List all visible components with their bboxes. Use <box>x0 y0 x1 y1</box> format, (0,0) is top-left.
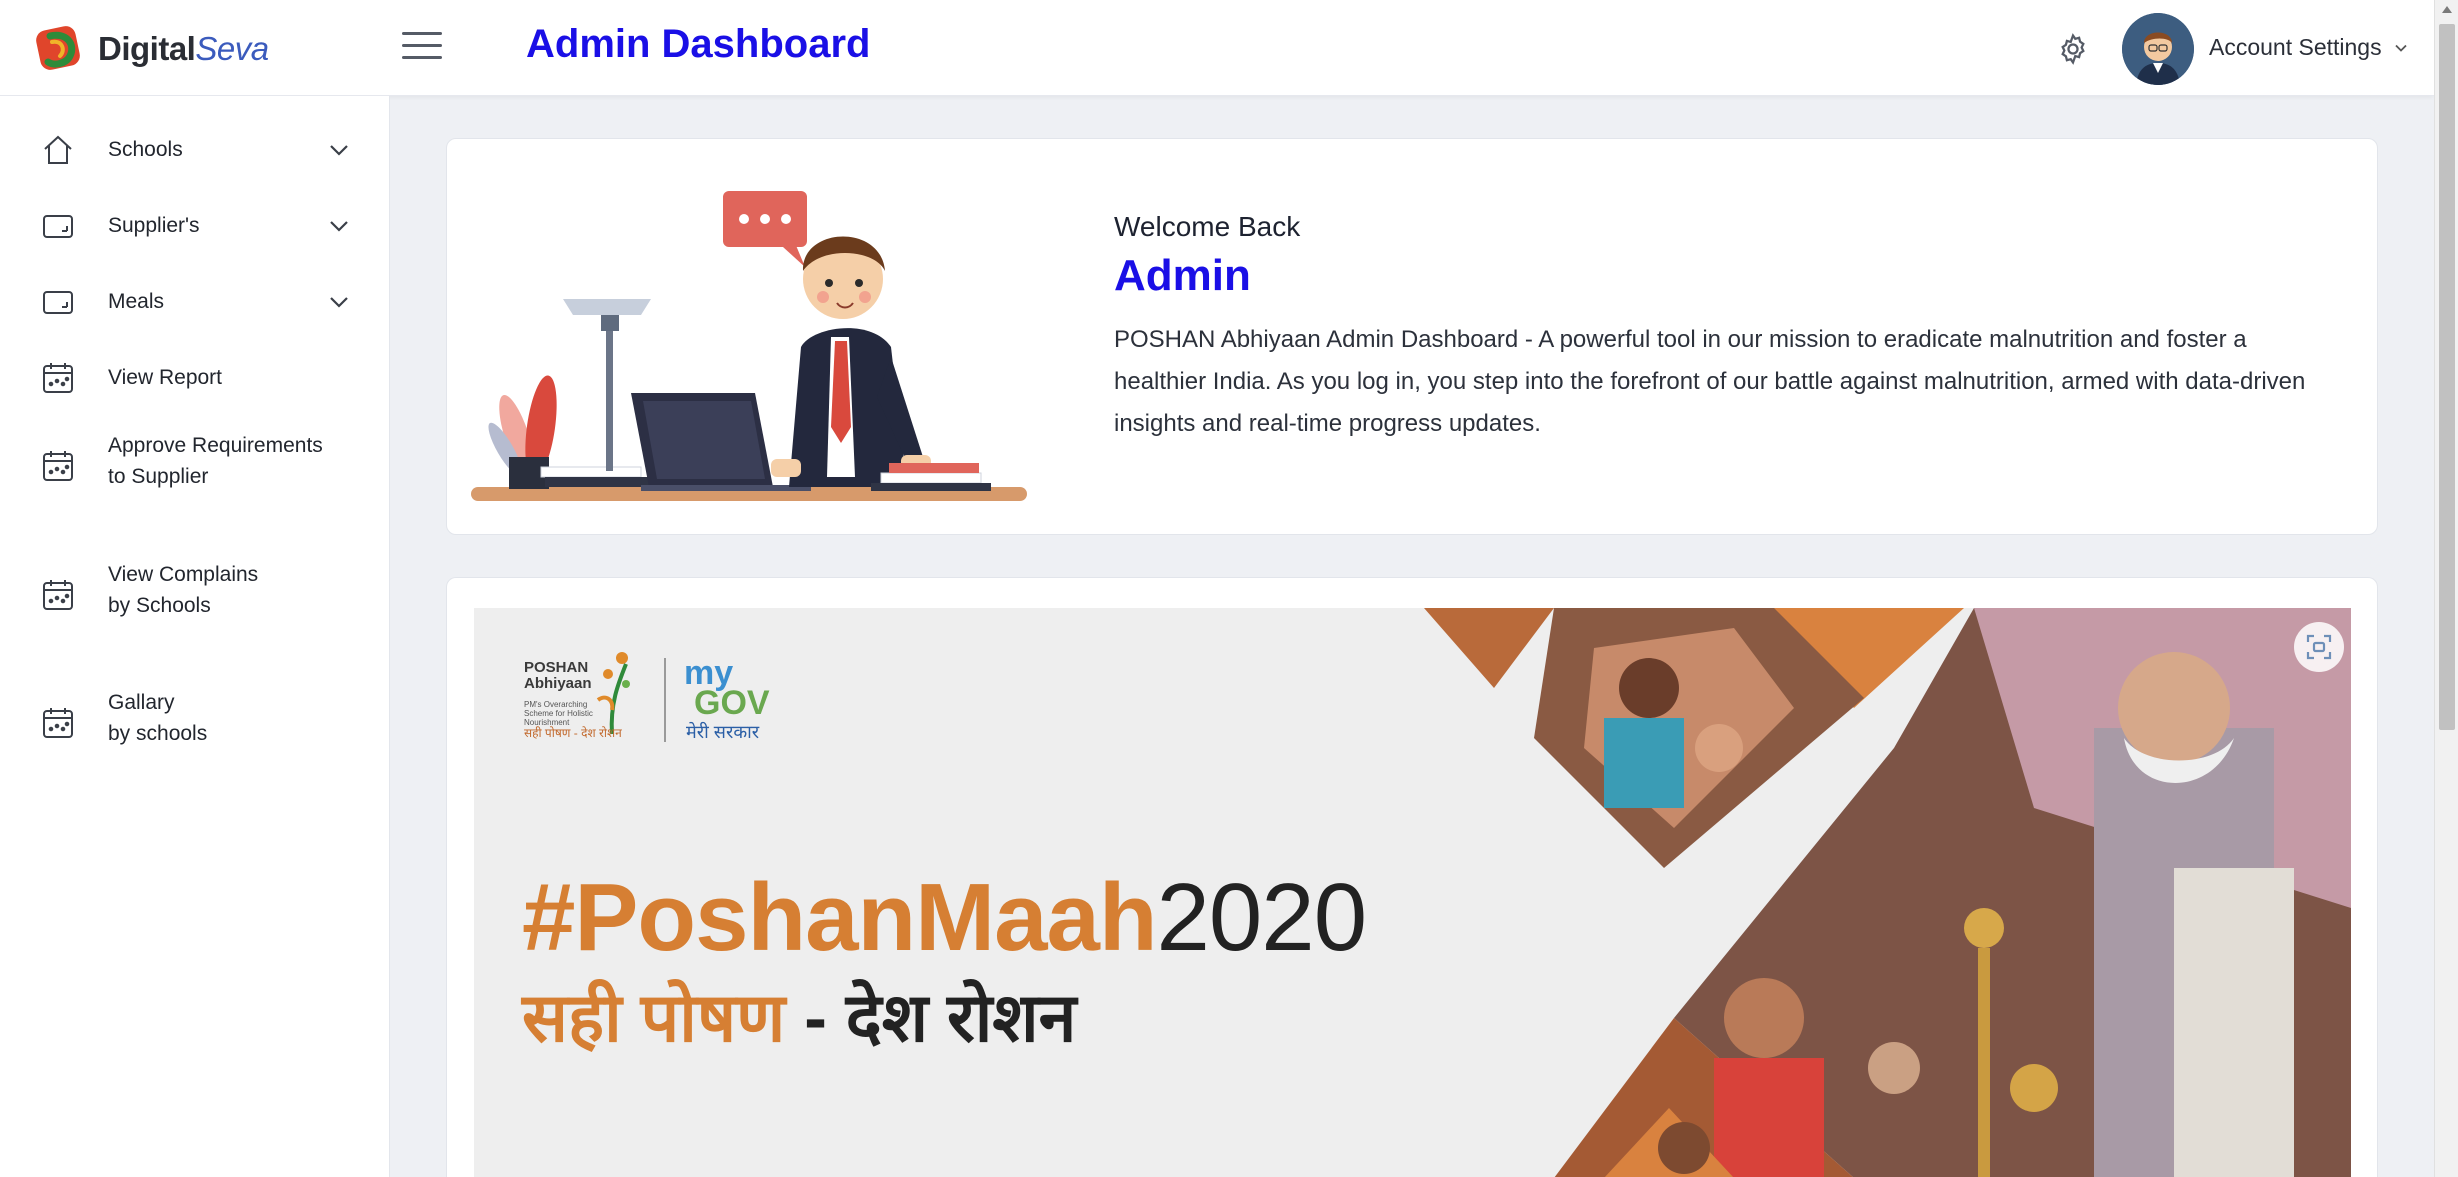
home-icon <box>44 135 72 164</box>
sidebar-item-suppliers[interactable]: Supplier's <box>0 202 390 250</box>
brand-logo[interactable]: DigitalSeva <box>30 22 269 76</box>
mygov-tagline: मेरी सरकार <box>686 722 760 742</box>
welcome-greeting: Welcome Back <box>1114 211 1301 242</box>
scrollbar-thumb[interactable] <box>2439 24 2455 730</box>
calendar-icon <box>43 363 73 393</box>
sidebar-item-approve-requirements[interactable]: Approve Requirements to Supplier <box>0 426 390 506</box>
digitalseva-logo-icon <box>36 26 80 70</box>
account-settings-menu[interactable]: Account Settings <box>2209 34 2408 61</box>
page-scrollbar[interactable] <box>2434 0 2458 1177</box>
avatar[interactable] <box>2122 13 2194 85</box>
sidebar-item-schools[interactable]: Schools <box>0 126 390 174</box>
sidebar-item-label: Meals <box>108 290 165 313</box>
sidebar-item-label: by schools <box>108 722 208 745</box>
admin-illustration <box>471 191 1027 501</box>
mygov-logo: my GOV <box>684 654 770 722</box>
calendar-icon <box>43 580 73 610</box>
calendar-icon <box>43 451 73 481</box>
sidebar-item-meals[interactable]: Meals <box>0 278 390 326</box>
poshan-abhiyaan-title: POSHAN Abhiyaan <box>524 659 592 692</box>
poshan-abhiyaan-subtitle: PM's Overarching Scheme for Holistic Nou… <box>524 700 593 727</box>
chevron-down-icon[interactable] <box>328 219 350 233</box>
sidebar-item-view-complains[interactable]: View Complains by Schools <box>0 555 390 635</box>
image-scan-button[interactable] <box>2294 622 2344 672</box>
top-header: DigitalSeva Admin Dashboard Account Sett… <box>0 0 2434 96</box>
welcome-description: POSHAN Abhiyaan Admin Dashboard - A powe… <box>1114 326 2306 437</box>
logo-divider <box>664 658 666 742</box>
sidebar-item-label: Supplier's <box>108 214 200 237</box>
banner-hashtag: #PoshanMaah2020 <box>522 864 1367 971</box>
sidebar-item-label: Approve Requirements <box>108 434 323 457</box>
sidebar-item-label: Schools <box>108 138 183 161</box>
sidebar-item-label: by Schools <box>108 594 211 617</box>
poshan-abhiyaan-tagline: सही पोषण - देश रोशन <box>524 726 622 740</box>
chevron-down-icon <box>2394 44 2407 52</box>
menu-toggle-icon[interactable] <box>402 32 442 64</box>
sidebar-item-label: Gallary <box>108 691 175 714</box>
poshan-maah-banner: POSHAN Abhiyaan PM's Overarching Scheme f… <box>474 608 2351 1177</box>
sidebar-item-view-report[interactable]: View Report <box>0 354 390 402</box>
chevron-down-icon[interactable] <box>328 143 350 157</box>
scan-icon <box>2306 634 2332 660</box>
account-settings-label: Account Settings <box>2209 34 2382 60</box>
sidebar-item-gallary[interactable]: Gallary by schools <box>0 683 390 763</box>
welcome-card: Welcome Back Admin POSHAN Abhiyaan Admin… <box>446 138 2378 535</box>
banner-card: POSHAN Abhiyaan PM's Overarching Scheme f… <box>446 577 2378 1177</box>
sidebar-item-label: to Supplier <box>108 465 209 488</box>
scroll-up-arrow-icon[interactable] <box>2442 6 2452 13</box>
calendar-icon <box>43 708 73 738</box>
banner-hindi-slogan: सही पोषण - देश रोशन <box>522 980 1077 1056</box>
sidebar-item-label: View Complains <box>108 563 259 586</box>
sidebar-item-label: View Report <box>108 366 223 389</box>
gear-icon[interactable] <box>2056 32 2090 66</box>
welcome-username: Admin <box>1114 251 1251 300</box>
sidebar: Schools Supplier's Meals View Report App… <box>0 96 390 1177</box>
page-title: Admin Dashboard <box>526 22 871 66</box>
tablet-icon <box>43 291 73 314</box>
chevron-down-icon[interactable] <box>328 295 350 309</box>
tablet-icon <box>43 215 73 238</box>
brand-name: DigitalSeva <box>98 30 269 67</box>
